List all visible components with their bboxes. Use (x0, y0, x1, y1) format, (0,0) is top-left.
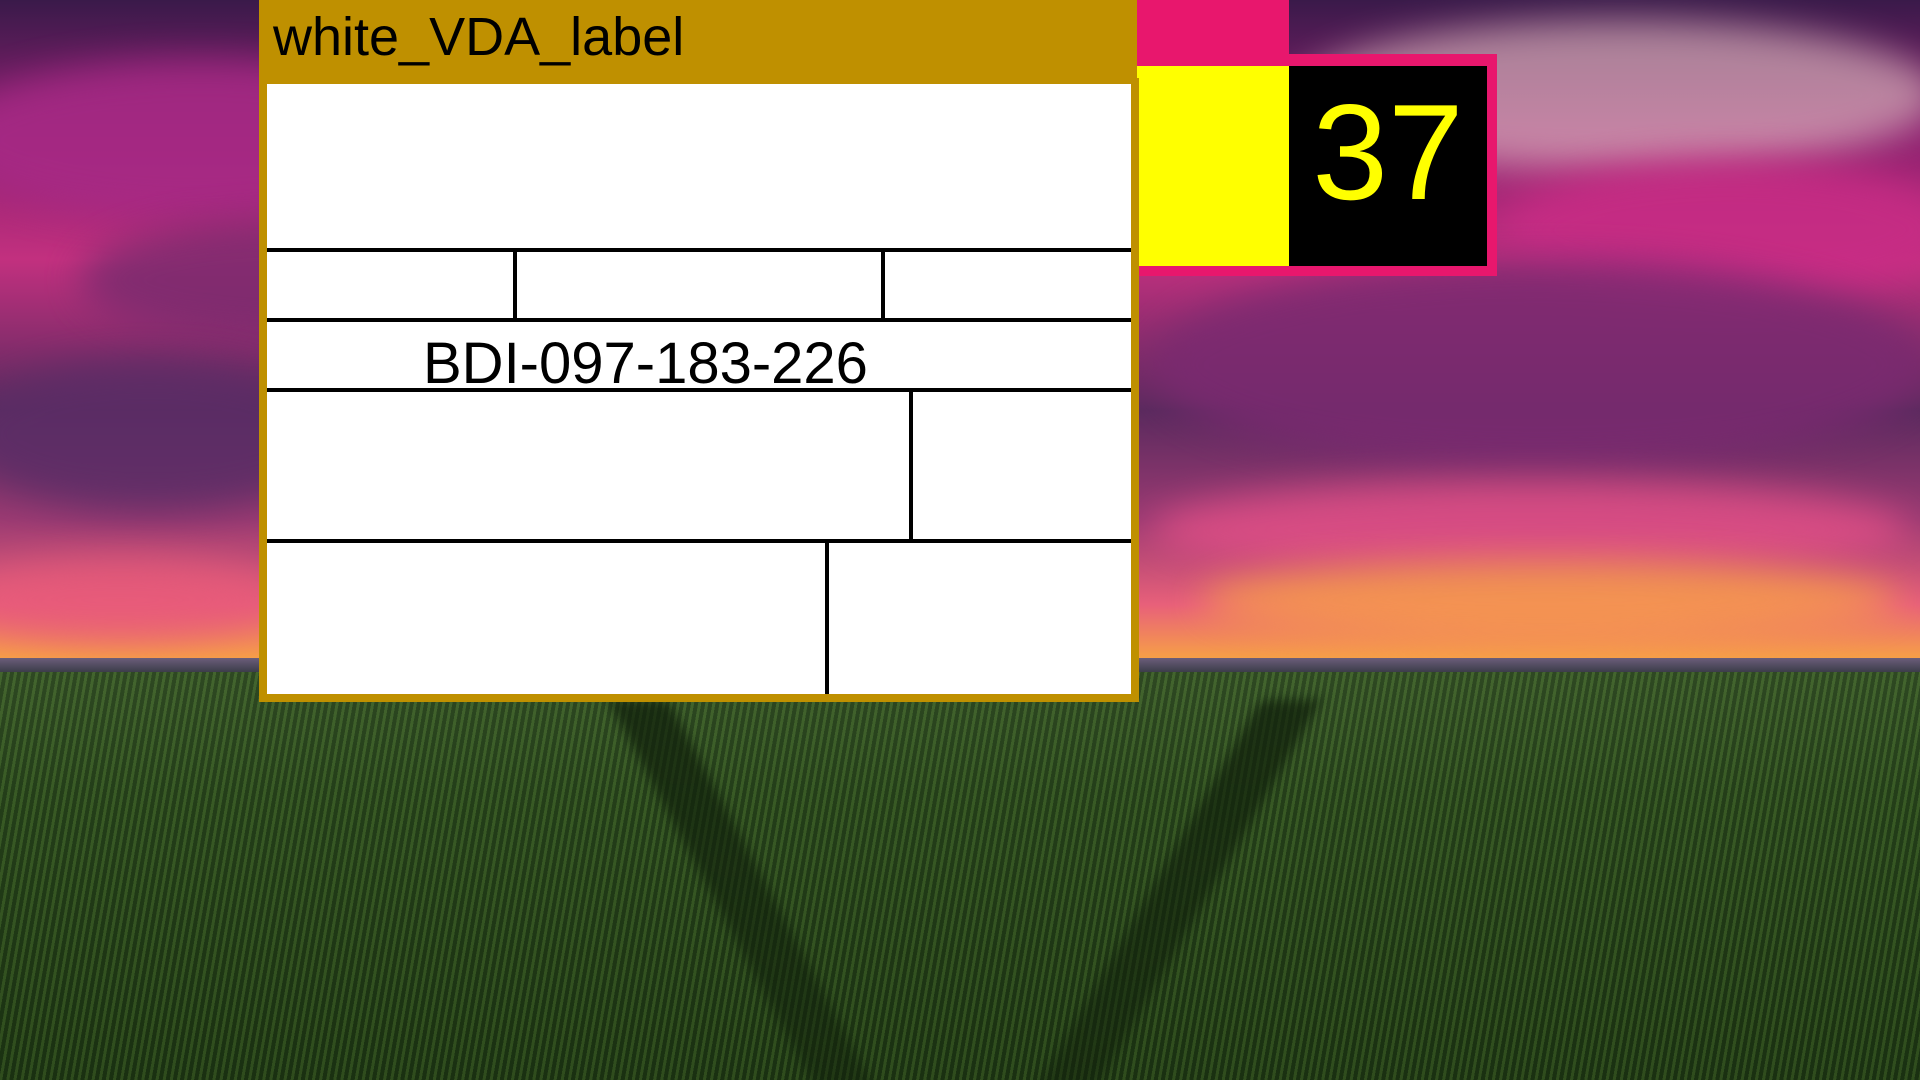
cloud (1200, 560, 1900, 640)
cloud (1150, 260, 1920, 470)
badge-number-box: 37 (1289, 66, 1487, 266)
badge-color-swatch (1137, 66, 1289, 266)
grass-field (0, 672, 1920, 1080)
number-badge: 37 (1137, 54, 1497, 276)
label-divider (881, 248, 885, 320)
label-title: white_VDA_label (273, 7, 685, 67)
label-divider (825, 539, 829, 694)
label-sheet: BDI-097-183-226 (267, 84, 1131, 694)
label-titlebar[interactable]: white_VDA_label (259, 0, 1137, 80)
label-divider (513, 248, 517, 320)
label-divider (909, 388, 913, 541)
badge-tab (1137, 0, 1289, 56)
label-rule (267, 318, 1131, 322)
desktop-background: 37 white_VDA_label BDI-097-183-226 (0, 0, 1920, 1080)
label-window[interactable]: white_VDA_label BDI-097-183-226 (259, 0, 1139, 702)
label-code: BDI-097-183-226 (423, 331, 868, 396)
label-rule (267, 248, 1131, 252)
badge-number: 37 (1312, 76, 1464, 228)
label-rule (267, 539, 1131, 543)
label-frame: BDI-097-183-226 (259, 78, 1139, 702)
cloud (0, 560, 280, 640)
